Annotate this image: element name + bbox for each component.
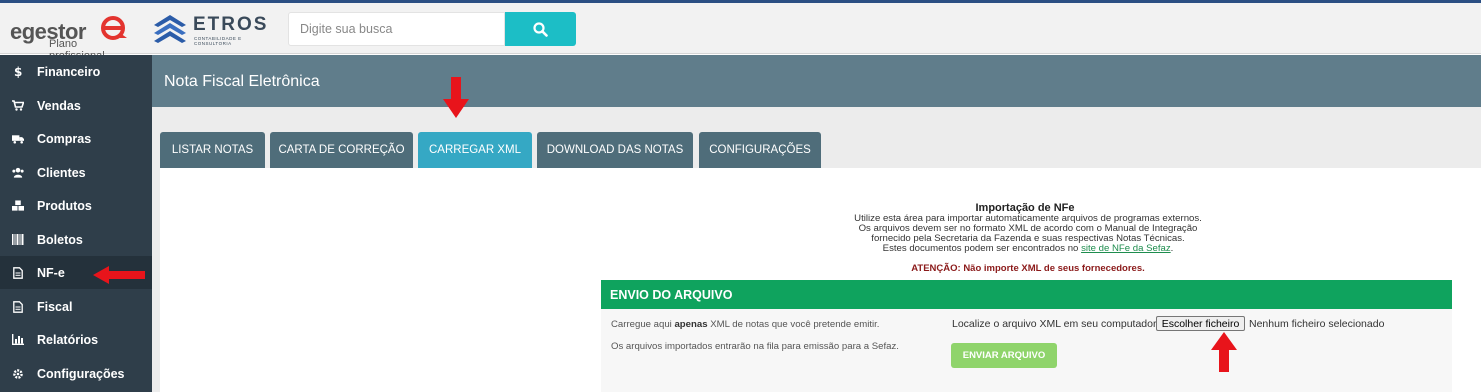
tab-listar-notas[interactable]: LISTAR NOTAS	[160, 132, 265, 168]
tab-download-das-notas[interactable]: DOWNLOAD DAS NOTAS	[537, 132, 693, 168]
sidebar: $ Financeiro Vendas Compras Clientes Pro…	[0, 55, 152, 392]
title-bar: Nota Fiscal Eletrônica	[152, 55, 1481, 107]
sidebar-item-label: NF-e	[37, 265, 65, 280]
app-header: egestor Plano profissional ETROS CONTABI…	[0, 3, 1481, 62]
document-icon	[12, 300, 24, 313]
sidebar-item-label: Produtos	[37, 198, 92, 213]
upload-section-header: ENVIO DO ARQUIVO	[601, 280, 1452, 309]
sidebar-item-label: Fiscal	[37, 299, 73, 314]
arrow-down-annotation-icon	[443, 77, 469, 118]
search-input[interactable]	[288, 12, 505, 46]
cubes-icon	[12, 199, 24, 212]
truck-icon	[12, 133, 24, 145]
search-icon	[533, 21, 548, 37]
svg-text:$: $	[14, 65, 22, 78]
arrow-up-annotation-icon	[1211, 332, 1237, 372]
search-button[interactable]	[505, 12, 576, 46]
sidebar-item-relatorios[interactable]: Relatórios	[0, 323, 152, 356]
choose-file-button[interactable]: Escolher ficheiro	[1156, 316, 1245, 331]
tab-configuracoes[interactable]: CONFIGURAÇÕES	[699, 132, 821, 168]
partner-name: ETROS	[193, 14, 269, 35]
dollar-icon: $	[12, 65, 24, 78]
barcode-icon	[12, 234, 24, 246]
partner-tagline: CONTABILIDADE E CONSULTORIA	[194, 36, 242, 46]
bar-chart-icon	[12, 334, 24, 346]
users-icon	[12, 167, 24, 179]
arrow-left-annotation-icon	[93, 266, 145, 284]
etros-logo[interactable]: ETROS CONTABILIDADE E CONSULTORIA	[150, 9, 275, 51]
sidebar-item-label: Vendas	[37, 98, 81, 113]
sidebar-item-label: Clientes	[37, 165, 86, 180]
sidebar-item-label: Compras	[37, 131, 92, 146]
egestor-logo[interactable]: egestor Plano profissional	[10, 11, 135, 62]
search-bar	[288, 12, 576, 46]
upload-note-2: Os arquivos importados entrarão na fila …	[611, 341, 899, 352]
etros-mark-icon	[154, 15, 186, 43]
import-line-4-suffix: .	[1170, 243, 1174, 254]
document-icon	[12, 266, 24, 279]
sidebar-item-configuracoes[interactable]: Configurações	[0, 357, 152, 390]
sidebar-item-financeiro[interactable]: $ Financeiro	[0, 55, 152, 88]
sidebar-item-clientes[interactable]: Clientes	[0, 156, 152, 189]
sidebar-item-label: Boletos	[37, 232, 83, 247]
page-title: Nota Fiscal Eletrônica	[164, 73, 320, 90]
tab-carta-de-correcao[interactable]: CARTA DE CORREÇÃO	[270, 132, 413, 168]
upload-note-1-suffix: XML de notas que você pretende emitir.	[707, 319, 880, 330]
gear-icon	[12, 368, 24, 380]
upload-note-1-bold: apenas	[674, 319, 708, 330]
sidebar-item-fiscal[interactable]: Fiscal	[0, 290, 152, 323]
tab-carregar-xml[interactable]: CARREGAR XML	[418, 132, 532, 168]
cart-icon	[12, 100, 24, 112]
send-file-button[interactable]: ENVIAR ARQUIVO	[951, 343, 1057, 368]
upload-note-1: Carregue aqui apenas XML de notas que vo…	[611, 319, 879, 330]
sidebar-item-produtos[interactable]: Produtos	[0, 189, 152, 222]
sidebar-item-vendas[interactable]: Vendas	[0, 89, 152, 122]
file-status: Nenhum ficheiro selecionado	[1249, 318, 1385, 330]
upload-note-1-prefix: Carregue aqui	[611, 319, 675, 330]
import-description: Utilize esta área para importar automati…	[842, 214, 1214, 254]
import-line-4-prefix: Estes documentos podem ser encontrados n…	[882, 243, 1082, 254]
sidebar-item-compras[interactable]: Compras	[0, 122, 152, 155]
import-line-4: Estes documentos podem ser encontrados n…	[842, 244, 1214, 254]
sidebar-item-boletos[interactable]: Boletos	[0, 223, 152, 256]
sidebar-item-label: Configurações	[37, 366, 125, 381]
sefaz-link[interactable]: site de NFe da Sefaz	[1081, 243, 1171, 254]
sidebar-item-label: Financeiro	[37, 64, 101, 79]
file-input-label: Localize o arquivo XML em seu computador	[952, 318, 1157, 330]
attention-warning: ATENÇÃO: Não importe XML de seus fornece…	[911, 263, 1145, 274]
sidebar-item-label: Relatórios	[37, 332, 99, 347]
